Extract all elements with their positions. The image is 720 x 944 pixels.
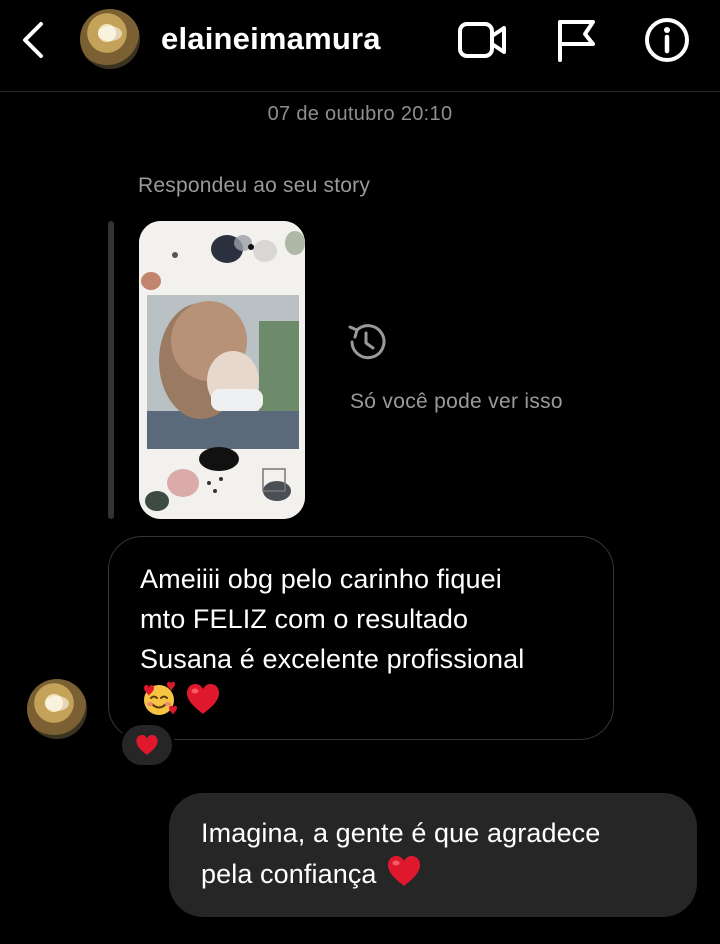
message-line: Ameiiii obg pelo carinho fiquei xyxy=(140,564,502,594)
video-call-button[interactable] xyxy=(456,16,508,64)
thread-timestamp: 07 de outubro 20:10 xyxy=(267,103,453,125)
incoming-message-bubble[interactable]: Ameiiii obg pelo carinho fiquei mto FELI… xyxy=(108,536,614,740)
history-icon xyxy=(348,324,386,360)
heart-reaction[interactable] xyxy=(119,722,175,768)
sender-avatar[interactable] xyxy=(27,679,87,739)
message-emoji-row xyxy=(140,679,583,719)
back-button[interactable] xyxy=(14,18,54,62)
red-heart-icon xyxy=(387,856,420,886)
smiling-face-with-hearts-icon xyxy=(144,681,177,715)
reply-indicator-bar xyxy=(108,221,114,519)
red-heart-icon xyxy=(187,684,219,714)
outgoing-message-bubble[interactable]: Imagina, a gente é que agradece pela con… xyxy=(169,793,697,917)
story-thumbnail[interactable] xyxy=(139,221,305,519)
story-reply-label: Respondeu ao seu story xyxy=(138,174,371,197)
message-line: Imagina, a gente é que agradece xyxy=(201,818,601,848)
red-heart-icon xyxy=(136,735,158,755)
info-button[interactable] xyxy=(641,16,693,64)
chevron-left-icon xyxy=(23,22,43,58)
info-icon xyxy=(645,18,689,62)
flag-icon xyxy=(558,20,595,62)
message-text: pela confiança xyxy=(201,859,377,889)
username-title[interactable]: elaineimamura xyxy=(161,21,381,57)
header-avatar[interactable] xyxy=(80,9,140,69)
message-line: Susana é excelente profissional xyxy=(140,644,525,674)
message-line-with-emoji: pela confiança xyxy=(201,853,673,894)
expired-story-notice: Só você pode ver isso xyxy=(350,390,563,413)
video-camera-icon xyxy=(458,22,506,58)
report-button[interactable] xyxy=(551,16,603,64)
thread-header: elaineimamura xyxy=(0,0,720,92)
dm-thread-screen: elaineimamura 07 de outubro 20:10 Respon… xyxy=(0,0,720,944)
message-line: mto FELIZ com o resultado xyxy=(140,604,469,634)
